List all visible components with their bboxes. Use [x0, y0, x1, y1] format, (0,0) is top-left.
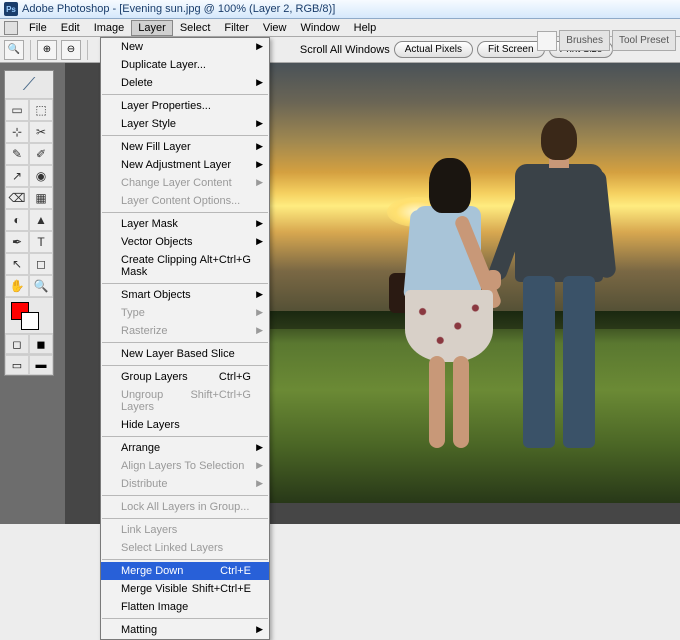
menu-item-vector-objects[interactable]: Vector Objects▶ [101, 233, 269, 251]
system-menu-icon[interactable] [4, 21, 18, 35]
menu-help[interactable]: Help [347, 20, 384, 36]
palette-toggle-icon[interactable] [537, 31, 557, 51]
menu-item-new-adjustment-layer[interactable]: New Adjustment Layer▶ [101, 156, 269, 174]
toolbox: ⟋ ▭⬚⊹✂✎✐↗◉⌫▦◐▲✒T↖◻✋🔍 ◻ ◼ ▭ ▬ [4, 70, 54, 376]
tool-16[interactable]: ✋ [5, 275, 29, 297]
menu-layer[interactable]: Layer [131, 20, 173, 36]
tool-0[interactable]: ▭ [5, 99, 29, 121]
tool-15[interactable]: ◻ [29, 253, 53, 275]
title-bar: Ps Adobe Photoshop - [Evening sun.jpg @ … [0, 0, 680, 19]
menu-item-layer-properties[interactable]: Layer Properties... [101, 97, 269, 115]
menu-view[interactable]: View [256, 20, 294, 36]
background-color[interactable] [21, 312, 39, 330]
tool-3[interactable]: ✂ [29, 121, 53, 143]
menu-window[interactable]: Window [294, 20, 347, 36]
menu-item-smart-objects[interactable]: Smart Objects▶ [101, 286, 269, 304]
toolbox-header-icon[interactable]: ⟋ [5, 71, 53, 99]
quickmask-mode-icon[interactable]: ◼ [29, 334, 53, 354]
color-swatches [5, 297, 53, 333]
tool-preset-icon[interactable]: 🔍 [4, 40, 24, 60]
tool-6[interactable]: ↗ [5, 165, 29, 187]
menu-item-arrange[interactable]: Arrange▶ [101, 439, 269, 457]
menu-item-merge-visible[interactable]: Merge VisibleShift+Ctrl+E [101, 580, 269, 598]
menu-item-ungroup-layers: Ungroup LayersShift+Ctrl+G [101, 386, 269, 416]
fit-screen-button[interactable]: Fit Screen [477, 41, 545, 58]
tool-5[interactable]: ✐ [29, 143, 53, 165]
zoom-out-icon[interactable]: ⊖ [61, 40, 81, 60]
brushes-tab[interactable]: Brushes [559, 30, 610, 51]
standard-mode-icon[interactable]: ◻ [5, 334, 29, 354]
menu-edit[interactable]: Edit [54, 20, 87, 36]
tool-9[interactable]: ▦ [29, 187, 53, 209]
tool-7[interactable]: ◉ [29, 165, 53, 187]
image-man [497, 118, 617, 448]
image-woman [397, 158, 497, 448]
menu-item-merge-down[interactable]: Merge DownCtrl+E [101, 562, 269, 580]
menu-item-new-layer-based-slice[interactable]: New Layer Based Slice [101, 345, 269, 363]
zoom-in-icon[interactable]: ⊕ [37, 40, 57, 60]
tool-12[interactable]: ✒ [5, 231, 29, 253]
menu-item-new-fill-layer[interactable]: New Fill Layer▶ [101, 138, 269, 156]
tool-8[interactable]: ⌫ [5, 187, 29, 209]
menu-item-align-layers-to-selection: Align Layers To Selection▶ [101, 457, 269, 475]
menu-item-rasterize: Rasterize▶ [101, 322, 269, 340]
tool-11[interactable]: ▲ [29, 209, 53, 231]
tool-presets-tab[interactable]: Tool Preset [612, 30, 676, 51]
menu-item-matting[interactable]: Matting▶ [101, 621, 269, 639]
menu-item-change-layer-content: Change Layer Content▶ [101, 174, 269, 192]
palette-tabs: Brushes Tool Preset [537, 30, 676, 51]
menu-item-layer-content-options: Layer Content Options... [101, 192, 269, 210]
menu-item-create-clipping-mask[interactable]: Create Clipping MaskAlt+Ctrl+G [101, 251, 269, 281]
menu-item-distribute: Distribute▶ [101, 475, 269, 493]
app-icon: Ps [4, 2, 18, 16]
layer-menu-dropdown: New▶Duplicate Layer...Delete▶ Layer Prope… [100, 37, 270, 640]
menu-file[interactable]: File [22, 20, 54, 36]
menu-item-layer-style[interactable]: Layer Style▶ [101, 115, 269, 133]
screen-mode-2-icon[interactable]: ▬ [29, 355, 53, 375]
tool-13[interactable]: T [29, 231, 53, 253]
menu-item-hide-layers[interactable]: Hide Layers [101, 416, 269, 434]
actual-pixels-button[interactable]: Actual Pixels [394, 41, 473, 58]
tool-1[interactable]: ⬚ [29, 99, 53, 121]
menu-item-flatten-image[interactable]: Flatten Image [101, 598, 269, 616]
menu-image[interactable]: Image [87, 20, 132, 36]
menu-item-type: Type▶ [101, 304, 269, 322]
menu-select[interactable]: Select [173, 20, 218, 36]
tool-17[interactable]: 🔍 [29, 275, 53, 297]
menu-item-delete[interactable]: Delete▶ [101, 74, 269, 92]
screen-mode-1-icon[interactable]: ▭ [5, 355, 29, 375]
tool-4[interactable]: ✎ [5, 143, 29, 165]
tool-10[interactable]: ◐ [5, 209, 29, 231]
menu-item-new[interactable]: New▶ [101, 38, 269, 56]
menu-item-select-linked-layers: Select Linked Layers [101, 539, 269, 557]
app-title: Adobe Photoshop - [Evening sun.jpg @ 100… [22, 3, 335, 15]
menu-item-group-layers[interactable]: Group LayersCtrl+G [101, 368, 269, 386]
tool-14[interactable]: ↖ [5, 253, 29, 275]
scroll-all-label: Scroll All Windows [300, 44, 390, 56]
menu-item-lock-all-layers-in-group: Lock All Layers in Group... [101, 498, 269, 516]
menu-item-layer-mask[interactable]: Layer Mask▶ [101, 215, 269, 233]
tool-2[interactable]: ⊹ [5, 121, 29, 143]
menu-filter[interactable]: Filter [217, 20, 255, 36]
menu-item-duplicate-layer[interactable]: Duplicate Layer... [101, 56, 269, 74]
